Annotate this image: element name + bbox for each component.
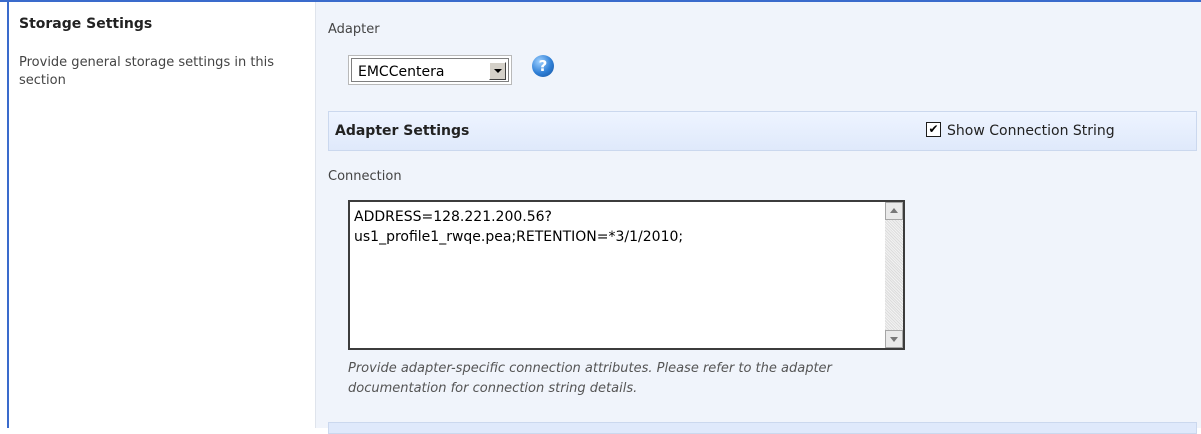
- section-title: Storage Settings: [19, 16, 153, 32]
- textarea-scrollbar[interactable]: [885, 202, 903, 348]
- adapter-settings-title: Adapter Settings: [335, 123, 470, 139]
- connection-label: Connection: [328, 169, 402, 184]
- adapter-label: Adapter: [328, 22, 380, 37]
- checkmark-icon: ✔: [928, 122, 939, 136]
- left-description-column: Storage Settings Provide general storage…: [9, 2, 316, 428]
- connection-string-textarea[interactable]: ADDRESS=128.221.200.56? us1_profile1_rwq…: [348, 200, 905, 350]
- chevron-down-icon[interactable]: [489, 62, 506, 80]
- adapter-select-value: EMCCentera: [358, 64, 445, 80]
- scroll-up-button[interactable]: [885, 202, 903, 220]
- connection-help-text: Provide adapter-specific connection attr…: [348, 361, 832, 396]
- help-icon[interactable]: ?: [532, 55, 554, 77]
- show-connection-label[interactable]: Show Connection String: [947, 123, 1115, 139]
- section-description: Provide general storage settings in this…: [19, 55, 275, 88]
- show-connection-checkbox[interactable]: ✔: [926, 122, 941, 137]
- adapter-select[interactable]: EMCCentera: [348, 55, 512, 85]
- adapter-settings-header: Adapter Settings ✔ Show Connection Strin…: [328, 111, 1197, 151]
- next-section-header: [328, 422, 1197, 434]
- connection-string-value: ADDRESS=128.221.200.56? us1_profile1_rwq…: [354, 209, 684, 245]
- right-settings-column: Adapter EMCCentera ? Adapter Settings ✔ …: [316, 2, 1201, 434]
- adapter-select-field: EMCCentera: [351, 58, 509, 82]
- scroll-down-button[interactable]: [885, 330, 903, 348]
